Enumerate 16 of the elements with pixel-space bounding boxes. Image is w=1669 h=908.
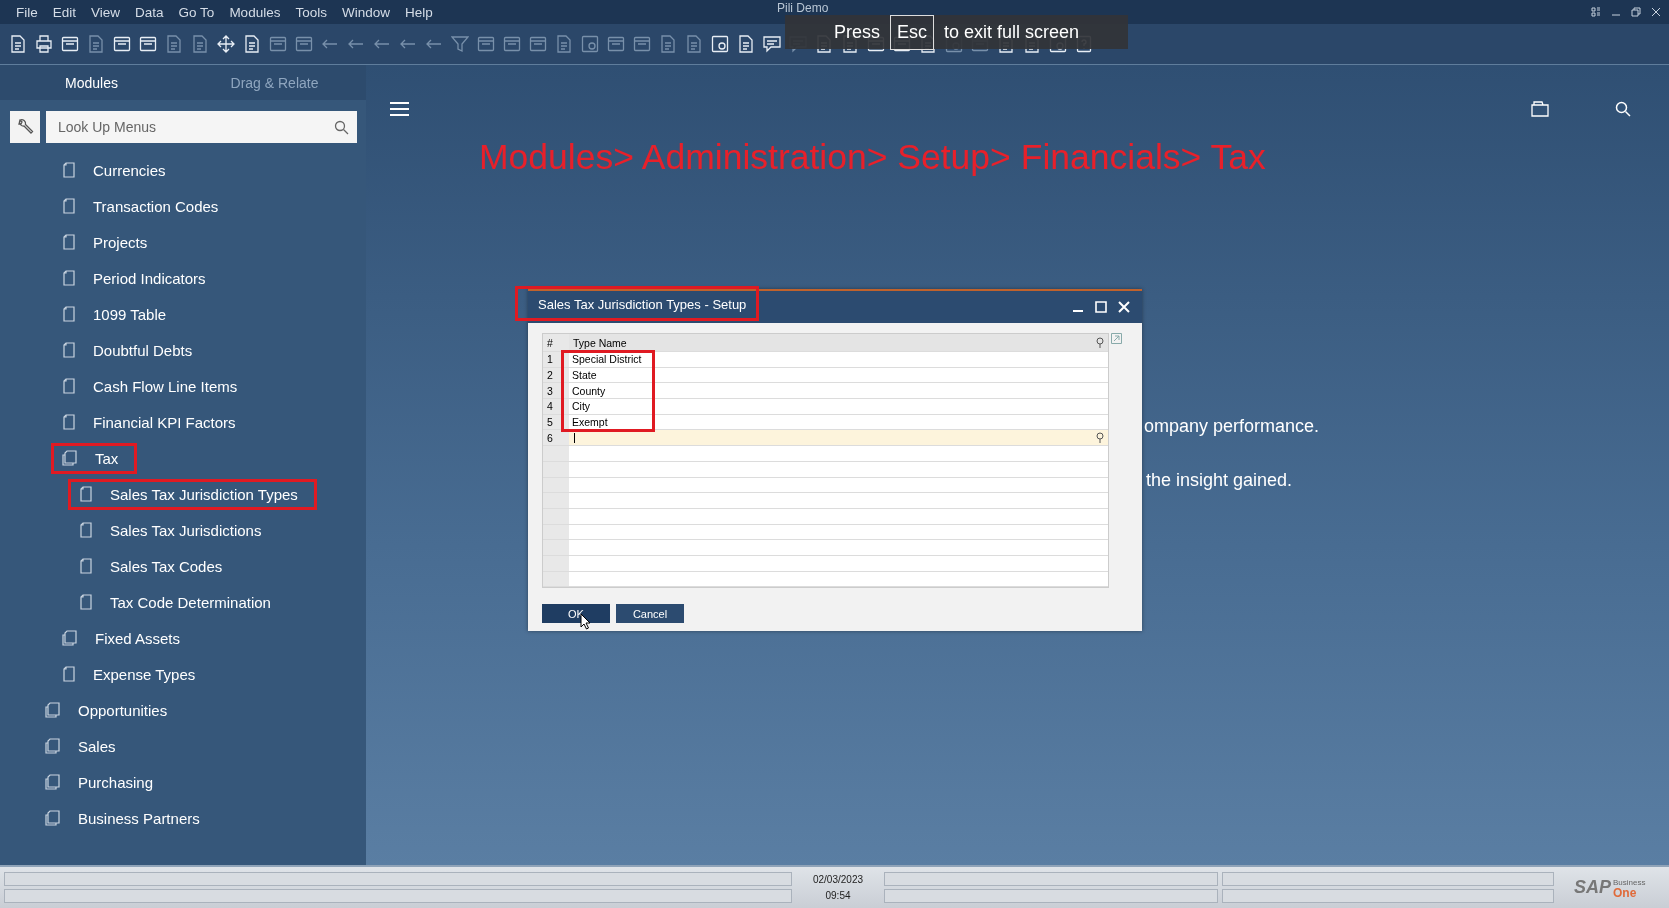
status-time: 09:54 xyxy=(825,889,851,902)
column-header: # xyxy=(543,334,569,351)
background-text: the insight gained. xyxy=(1146,470,1293,491)
breadcrumb-caption: Modules> Administration> Setup> Financials> Tax xyxy=(479,137,1266,178)
dialog-title: Sales Tax Jurisdiction Types - Setup xyxy=(515,285,760,321)
background-text: ompany performance. xyxy=(1144,416,1320,437)
column-header: Type Name xyxy=(572,335,628,351)
key-label: Esc xyxy=(889,14,934,50)
logo-text: SAP xyxy=(1574,877,1611,898)
notice-text: Press xyxy=(833,21,880,43)
notice-text: to exit full screen xyxy=(944,21,1080,43)
window-title: Pili Demo xyxy=(777,1,829,15)
logo-text: Business xyxy=(1613,877,1646,888)
logo-text: One xyxy=(1613,887,1638,898)
row-number: 6 xyxy=(543,430,569,446)
status-date: 02/03/2023 xyxy=(812,873,864,886)
